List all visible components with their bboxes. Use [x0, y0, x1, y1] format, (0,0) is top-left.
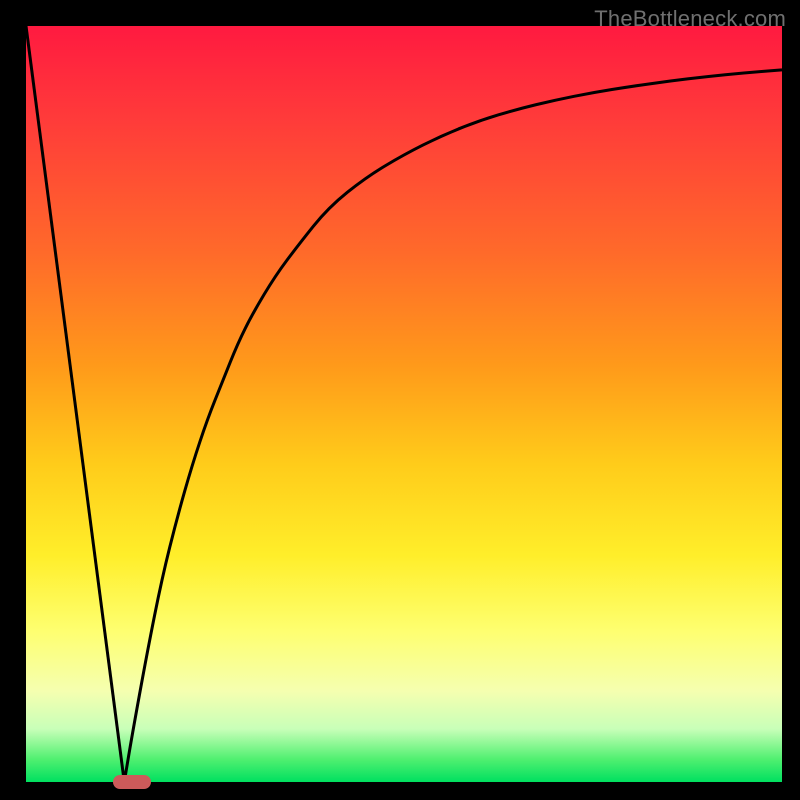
right-curve-path: [124, 70, 782, 782]
curves-svg: [26, 26, 782, 782]
plot-area: [26, 26, 782, 782]
bottleneck-marker: [113, 775, 151, 789]
chart-frame: TheBottleneck.com: [0, 0, 800, 800]
left-line-path: [26, 26, 124, 782]
